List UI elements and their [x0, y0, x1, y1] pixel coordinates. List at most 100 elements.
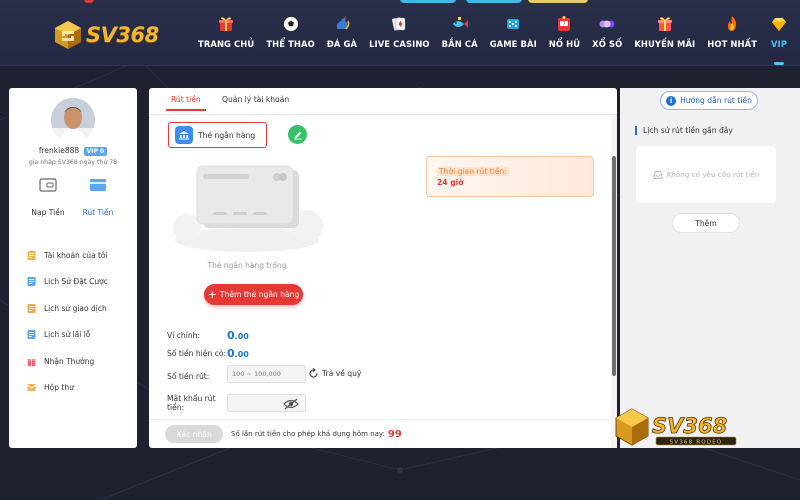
nav-item-2[interactable]: THỂ THAO: [260, 14, 320, 66]
wallet-label: Ví chính:: [167, 331, 201, 340]
deposit-button[interactable]: Nạp Tiền: [23, 178, 73, 217]
nav-item-label: HOT NHẤT: [707, 39, 758, 49]
add-bank-card-label: Thêm thẻ ngân hàng: [219, 290, 300, 299]
rooster-icon: [332, 14, 352, 34]
top-navbar: SV368 TRANG CHỦ THỂ THAO ĐÁ GÀ LIVE CASINO B…: [0, 0, 800, 66]
amount-label: Số tiền rút:: [167, 372, 210, 381]
scrollbar-thumb[interactable]: [612, 156, 616, 376]
nav-item-4[interactable]: LIVE CASINO: [363, 14, 436, 66]
nav-item-10[interactable]: HOT NHẤT: [701, 14, 763, 66]
nav-item-7[interactable]: 7 NỔ HŨ: [543, 14, 586, 66]
bank-card-button[interactable]: Thẻ ngân hàng: [168, 122, 267, 148]
bank-card-label: Thẻ ngân hàng: [198, 130, 256, 140]
more-button[interactable]: Thêm: [672, 213, 740, 233]
wallet-amount: 0.00: [227, 329, 249, 342]
withdraw-time-value: 24 giờ: [437, 178, 464, 187]
brand-logo[interactable]: SV368: [52, 18, 174, 52]
logo-cube-icon: [55, 21, 81, 49]
menu-item-2[interactable]: Lịch Sử Đặt Cược: [9, 269, 137, 296]
account-icon: [26, 250, 37, 261]
empty-inbox-icon: [653, 170, 663, 179]
withdraw-button[interactable]: Rút Tiền: [73, 178, 123, 217]
withdraw-panel: Rút tiền Quản lý tài khoản Thẻ ngân hàng…: [149, 88, 617, 448]
fire-icon: [722, 14, 742, 34]
dice-icon: [503, 14, 523, 34]
confirm-button[interactable]: Xác nhận: [165, 425, 223, 443]
nav-item-5[interactable]: BẮN CÁ: [436, 14, 484, 66]
nav-item-1[interactable]: TRANG CHỦ: [192, 14, 260, 66]
empty-card-illustration: [173, 165, 323, 252]
watermark-subtext: SV368 RODEO: [670, 440, 723, 446]
menu-item-label: Lịch sử giao dịch: [44, 303, 107, 313]
nav-item-label: TRANG CHỦ: [198, 39, 255, 49]
menu-item-5[interactable]: Nhận Thưởng: [9, 348, 137, 375]
nav-item-label: KHUYẾN MÃI: [634, 39, 696, 49]
nav-item-8[interactable]: XỔ SỐ: [586, 14, 628, 66]
withdraw-time-label: Thời gian rút tiền:: [437, 167, 509, 176]
logo-text: SV368: [86, 23, 159, 47]
menu-item-4[interactable]: Lịch sử lãi lỗ: [9, 322, 137, 349]
history-title: Lịch sử rút tiền gần đây: [635, 126, 733, 135]
profit-loss-icon: [26, 329, 37, 340]
top-strip-pill: [400, 0, 456, 3]
home-gift-icon: [216, 14, 236, 34]
menu-item-6[interactable]: Hộp thư: [9, 375, 137, 402]
add-bank-card-button[interactable]: + Thêm thẻ ngân hàng: [204, 284, 303, 305]
menu-item-1[interactable]: Tài khoản của tôi: [9, 242, 137, 269]
info-icon: i: [666, 95, 677, 106]
nav-item-9[interactable]: KHUYẾN MÃI: [628, 14, 701, 66]
withdraw-amount-input[interactable]: [227, 365, 306, 383]
menu-item-3[interactable]: Lịch sử giao dịch: [9, 295, 137, 322]
nav-item-label: NỔ HŨ: [548, 39, 581, 49]
nav-item-label: BẮN CÁ: [441, 39, 478, 49]
refresh-icon: [309, 368, 318, 378]
return-fund-label: Trả về quỹ: [322, 369, 362, 378]
withdraw-guide-label: Hướng dẫn rút tiền: [680, 96, 752, 105]
diamond-icon: [769, 14, 789, 34]
edit-bank-button[interactable]: [288, 125, 307, 144]
transaction-history-icon: [26, 303, 37, 314]
vip-badge: VIP 0: [83, 146, 108, 156]
history-empty-box: Không có yêu cầu rút tiền: [636, 146, 776, 203]
nav-item-label: XỔ SỐ: [592, 39, 623, 49]
available-label: Số tiền hiện có:: [167, 349, 227, 358]
slot-machine-icon: 7: [554, 14, 574, 34]
eye-slash-icon[interactable]: [283, 398, 299, 410]
deposit-label: Nạp Tiền: [31, 208, 65, 217]
soccer-ball-icon: [281, 14, 301, 34]
sv368-watermark-logo: SV368 SV368 RODEO: [615, 408, 737, 446]
withdraw-label: Rút Tiền: [82, 208, 114, 217]
empty-bank-text: Thẻ ngân hàng trống: [207, 261, 287, 270]
password-label: Mật khẩu rút tiền:: [167, 394, 216, 412]
history-panel: [620, 88, 800, 448]
return-fund-button[interactable]: Trả về quỹ: [308, 368, 361, 379]
history-empty-text: Không có yêu cầu rút tiền: [666, 170, 760, 179]
top-strip-pill: [528, 0, 588, 3]
tab-account-management[interactable]: Quản lý tài khoản: [222, 95, 289, 104]
withdraw-limit-text: Số lần rút tiền cho phép khả dụng hôm na…: [231, 429, 402, 440]
lottery-icon: [597, 14, 617, 34]
nav-item-label: ĐÁ GÀ: [326, 39, 358, 49]
nav-item-label: LIVE CASINO: [369, 39, 430, 49]
plus-icon: +: [207, 288, 217, 301]
menu-item-label: Lịch Sử Đặt Cược: [44, 277, 108, 287]
cards-icon: [389, 14, 409, 34]
nav-item-6[interactable]: GAME BÀI: [484, 14, 543, 66]
gift-icon: [655, 14, 675, 34]
svg-text:7: 7: [563, 22, 566, 28]
nav-item-label: VIP: [771, 39, 788, 49]
withdraw-guide-button[interactable]: i Hướng dẫn rút tiền: [660, 91, 758, 110]
panel-tabs: Rút tiền Quản lý tài khoản: [149, 88, 617, 115]
fish-icon: [450, 14, 470, 34]
nav-item-label: GAME BÀI: [489, 39, 537, 49]
nav-item-11[interactable]: VIP: [763, 14, 795, 66]
menu-item-label: Hộp thư: [44, 383, 74, 393]
nav-item-3[interactable]: ĐÁ GÀ: [321, 14, 363, 66]
main-nav: TRANG CHỦ THỂ THAO ĐÁ GÀ LIVE CASINO BẮN CÁ G…: [192, 14, 795, 66]
top-strip-dot: [84, 0, 94, 3]
nav-item-label: THỂ THAO: [266, 39, 315, 49]
available-amount: 0.00: [227, 347, 249, 360]
avatar[interactable]: [51, 98, 95, 142]
tab-withdraw[interactable]: Rút tiền: [166, 95, 206, 111]
menu-item-label: Lịch sử lãi lỗ: [44, 330, 91, 340]
